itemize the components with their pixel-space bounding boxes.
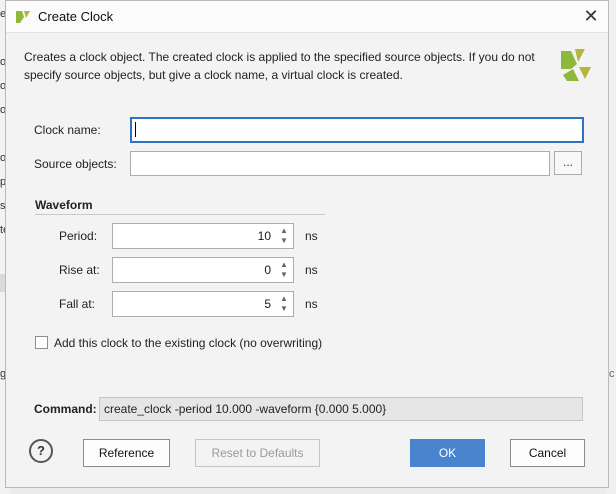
rise-at-spinner-arrows[interactable]: ▲ ▼ [277, 260, 291, 280]
dialog-description: Creates a clock object. The created cloc… [24, 50, 535, 82]
rise-at-unit: ns [305, 263, 318, 277]
clock-name-label: Clock name: [34, 123, 101, 137]
cancel-button[interactable]: Cancel [510, 439, 585, 467]
fall-at-value: 5 [264, 297, 271, 311]
help-button[interactable]: ? [29, 439, 53, 463]
rise-at-label: Rise at: [59, 263, 100, 277]
fall-at-spinner-arrows[interactable]: ▲ ▼ [277, 294, 291, 314]
source-objects-label: Source objects: [34, 157, 117, 171]
period-spinner-arrows[interactable]: ▲ ▼ [277, 226, 291, 246]
clock-name-input[interactable] [130, 117, 584, 143]
browse-source-objects-button[interactable]: ... [554, 151, 582, 175]
close-icon: ✕ [583, 6, 599, 26]
fall-at-spinner[interactable]: 5 ▲ ▼ [112, 291, 294, 317]
reference-button[interactable]: Reference [83, 439, 170, 467]
help-icon: ? [37, 443, 45, 458]
rise-at-value: 0 [264, 263, 271, 277]
vivado-logo-icon [561, 49, 591, 81]
command-preview: create_clock -period 10.000 -waveform {0… [99, 397, 583, 421]
dialog-title: Create Clock [38, 9, 114, 24]
reset-to-defaults-button[interactable]: Reset to Defaults [195, 439, 320, 467]
ellipsis-icon: ... [562, 155, 573, 169]
period-unit: ns [305, 229, 318, 243]
period-label: Period: [59, 229, 98, 243]
fall-at-unit: ns [305, 297, 318, 311]
create-clock-dialog: Create Clock ✕ Creates a clock object. T… [5, 0, 609, 488]
spin-down-icon[interactable]: ▼ [277, 270, 291, 280]
command-label: Command: [34, 402, 97, 416]
period-value: 10 [257, 229, 271, 243]
dialog-titlebar[interactable]: Create Clock ✕ [6, 1, 608, 33]
close-button[interactable]: ✕ [579, 5, 603, 27]
add-to-existing-clock-checkbox[interactable] [35, 336, 48, 349]
waveform-section-title: Waveform [35, 198, 93, 212]
spin-down-icon[interactable]: ▼ [277, 304, 291, 314]
spin-down-icon[interactable]: ▼ [277, 236, 291, 246]
waveform-divider [35, 214, 325, 215]
spin-up-icon[interactable]: ▲ [277, 294, 291, 304]
app-logo-icon [16, 11, 30, 23]
text-cursor [135, 122, 136, 137]
ok-button[interactable]: OK [410, 439, 485, 467]
add-to-existing-clock-label[interactable]: Add this clock to the existing clock (no… [54, 336, 322, 350]
clock-name-label-text: Clock name: [34, 123, 101, 137]
spin-up-icon[interactable]: ▲ [277, 260, 291, 270]
fall-at-label: Fall at: [59, 297, 96, 311]
source-objects-input[interactable] [130, 151, 550, 176]
rise-at-spinner[interactable]: 0 ▲ ▼ [112, 257, 294, 283]
period-spinner[interactable]: 10 ▲ ▼ [112, 223, 294, 249]
source-objects-label-text: Source objects: [34, 157, 117, 171]
spin-up-icon[interactable]: ▲ [277, 226, 291, 236]
